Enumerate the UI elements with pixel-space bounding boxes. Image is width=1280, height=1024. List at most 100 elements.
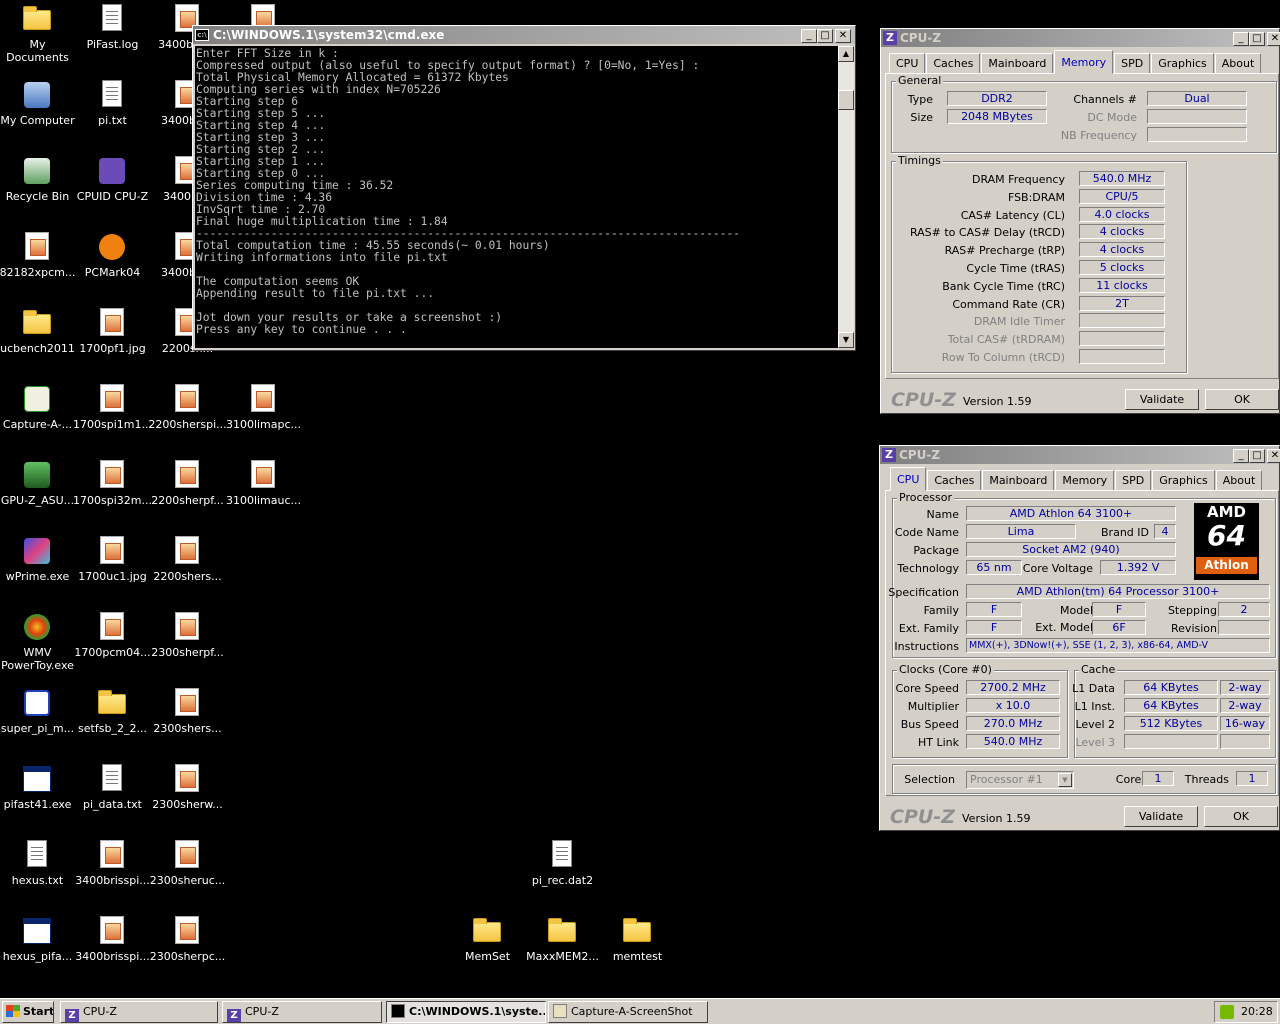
tab-memory[interactable]: Memory <box>1055 470 1115 491</box>
console-output[interactable]: Enter FFT Size in k : Compressed output … <box>195 46 838 348</box>
scroll-up-button[interactable]: ▲ <box>838 46 854 62</box>
cpuz-title-bar[interactable]: Z CPU-Z <box>880 446 1279 464</box>
scroll-thumb[interactable] <box>838 90 854 110</box>
tab-cpu[interactable]: CPU <box>890 467 927 491</box>
desktop-icon[interactable]: pi.txt <box>75 76 150 148</box>
cmd-title-bar[interactable]: c:\ C:\WINDOWS.1\system32\cmd.exe <box>193 26 855 44</box>
desktop-icon[interactable]: hexus_pifa... <box>0 912 75 984</box>
cmd-window[interactable]: c:\ C:\WINDOWS.1\system32\cmd.exe _ □ ✕ … <box>192 25 856 351</box>
tab-cpu[interactable]: CPU <box>889 53 926 74</box>
codename-label: Code Name <box>894 526 959 539</box>
desktop-icon[interactable]: pi_data.txt <box>75 760 150 832</box>
minimize-button[interactable]: _ <box>1233 32 1249 46</box>
folder-icon <box>548 918 576 942</box>
desktop-icon[interactable]: memtest <box>600 912 675 984</box>
chevron-down-icon[interactable]: ▼ <box>1058 773 1072 787</box>
desktop-icon[interactable]: 2300sherw... <box>150 760 225 832</box>
amd-athlon-logo: AMD 64 Athlon <box>1194 503 1259 580</box>
folder-icon <box>472 916 502 946</box>
technology-value: 65 nm <box>966 560 1022 575</box>
taskbar-item-cpuz-1[interactable]: Z CPU-Z <box>60 1001 218 1023</box>
desktop-icon[interactable]: 1700pf1.jpg <box>75 304 150 376</box>
image-file-icon <box>172 384 202 414</box>
busspeed-value: 270.0 MHz <box>966 716 1060 731</box>
desktop-icon[interactable]: 1700pcm04... <box>74 608 151 680</box>
desktop-icon[interactable]: Capture-A-... <box>0 380 75 452</box>
tab-mainboard[interactable]: Mainboard <box>982 470 1055 491</box>
desktop-icon[interactable]: 2200shers... <box>150 532 225 604</box>
type-value: DDR2 <box>947 91 1047 106</box>
scroll-down-button[interactable]: ▼ <box>838 332 854 348</box>
close-button[interactable]: ✕ <box>1267 449 1280 463</box>
maximize-button[interactable]: □ <box>1249 449 1265 463</box>
desktop-icon[interactable]: 3100limapc... <box>226 380 301 452</box>
vertical-scrollbar[interactable]: ▲ ▼ <box>838 46 854 348</box>
cpuz-logo-icon: Z <box>65 1009 79 1022</box>
desktop-icon[interactable]: 3400brisspi... <box>75 912 150 984</box>
desktop-icon[interactable]: wPrime.exe <box>0 532 75 604</box>
close-button[interactable]: ✕ <box>1267 32 1280 46</box>
desktop-icon[interactable]: MaxxMEM2... <box>525 912 600 984</box>
start-button[interactable]: Start <box>2 1001 54 1023</box>
tab-memory[interactable]: Memory <box>1054 50 1114 74</box>
tab-caches[interactable]: Caches <box>926 53 981 74</box>
taskbar-item-cpuz-2[interactable]: Z CPU-Z <box>222 1001 382 1023</box>
desktop-icon[interactable]: 1700spi32m... <box>73 456 152 528</box>
tab-graphics[interactable]: Graphics <box>1152 470 1215 491</box>
maximize-button[interactable]: □ <box>1249 32 1265 46</box>
desktop-icon[interactable]: MemSet <box>450 912 525 984</box>
desktop-icon[interactable]: 3100limauc... <box>226 456 301 528</box>
taskbar-item-label: Capture-A-ScreenShot <box>571 1005 693 1018</box>
validate-button[interactable]: Validate <box>1124 806 1198 827</box>
taskbar-item-cmd[interactable]: C:\WINDOWS.1\syste... <box>386 1001 546 1023</box>
nvidia-tray-icon[interactable] <box>1220 1005 1234 1019</box>
desktop-icon-label: 1700spi1m1... <box>73 418 152 431</box>
desktop-icon[interactable]: PCMark04 <box>75 228 150 300</box>
desktop-icon[interactable]: My Documents <box>0 0 75 72</box>
desktop-icon[interactable]: 82182xpcm... <box>0 228 75 300</box>
desktop-icon[interactable]: GPU-Z_ASU... <box>0 456 75 528</box>
desktop-icon[interactable]: My Computer <box>0 76 75 148</box>
desktop-icon[interactable]: Recycle Bin <box>0 152 75 224</box>
desktop-icon[interactable]: 3400brisspi... <box>75 836 150 908</box>
minimize-button[interactable]: _ <box>1233 449 1249 463</box>
validate-button[interactable]: Validate <box>1125 389 1199 410</box>
desktop-icon[interactable]: 2300shers... <box>150 684 225 756</box>
tab-caches[interactable]: Caches <box>927 470 982 491</box>
desktop-icon[interactable]: 2200sherspi... <box>148 380 227 452</box>
cpuz-cpu-window[interactable]: Z CPU-Z _ □ ✕ CPU Caches Mainboard Memor… <box>879 445 1280 831</box>
tab-spd[interactable]: SPD <box>1115 470 1152 491</box>
desktop-icon[interactable]: setfsb_2_2... <box>75 684 150 756</box>
desktop-icon[interactable]: PiFast.log <box>75 0 150 72</box>
cpuz-title-bar[interactable]: Z CPU-Z <box>881 29 1279 47</box>
desktop-icon[interactable]: super_pi_m... <box>0 684 75 756</box>
desktop-icon[interactable]: 2300sherpf... <box>150 608 225 680</box>
desktop-icon[interactable]: WMV PowerToy.exe <box>0 608 75 680</box>
desktop-icon[interactable]: 2200sherpf... <box>150 456 225 528</box>
desktop-icon[interactable]: pifast41.exe <box>0 760 75 832</box>
desktop-icon[interactable]: 1700spi1m1... <box>73 380 152 452</box>
desktop-icon[interactable]: CPUID CPU-Z <box>75 152 150 224</box>
ok-button[interactable]: OK <box>1204 806 1278 827</box>
cpuz-memory-window[interactable]: Z CPU-Z _ □ ✕ CPU Caches Mainboard Memor… <box>880 28 1280 414</box>
desktop-icon[interactable]: 1700uc1.jpg <box>75 532 150 604</box>
clock[interactable]: 20:28 <box>1241 1005 1273 1018</box>
tab-mainboard[interactable]: Mainboard <box>981 53 1054 74</box>
timing-label: Bank Cycle Time (tRC) <box>942 279 1065 293</box>
family-label: Family <box>923 604 959 617</box>
desktop-icon[interactable]: 2300sheruc... <box>150 836 225 908</box>
desktop-icon[interactable]: 2300sherpc... <box>150 912 225 984</box>
tab-spd[interactable]: SPD <box>1114 53 1151 74</box>
windows-logo-icon <box>6 1005 20 1017</box>
ok-button[interactable]: OK <box>1205 389 1279 410</box>
tab-about[interactable]: About <box>1214 53 1262 74</box>
maximize-button[interactable]: □ <box>817 29 833 43</box>
desktop-icon[interactable]: ucbench2011 <box>0 304 75 376</box>
desktop-icon[interactable]: pi_rec.dat2 <box>525 836 600 908</box>
taskbar-item-capture[interactable]: Capture-A-ScreenShot <box>548 1001 708 1023</box>
tab-graphics[interactable]: Graphics <box>1151 53 1214 74</box>
desktop-icon[interactable]: hexus.txt <box>0 836 75 908</box>
minimize-button[interactable]: _ <box>801 29 817 43</box>
tab-about[interactable]: About <box>1215 470 1263 491</box>
close-button[interactable]: ✕ <box>835 29 851 43</box>
